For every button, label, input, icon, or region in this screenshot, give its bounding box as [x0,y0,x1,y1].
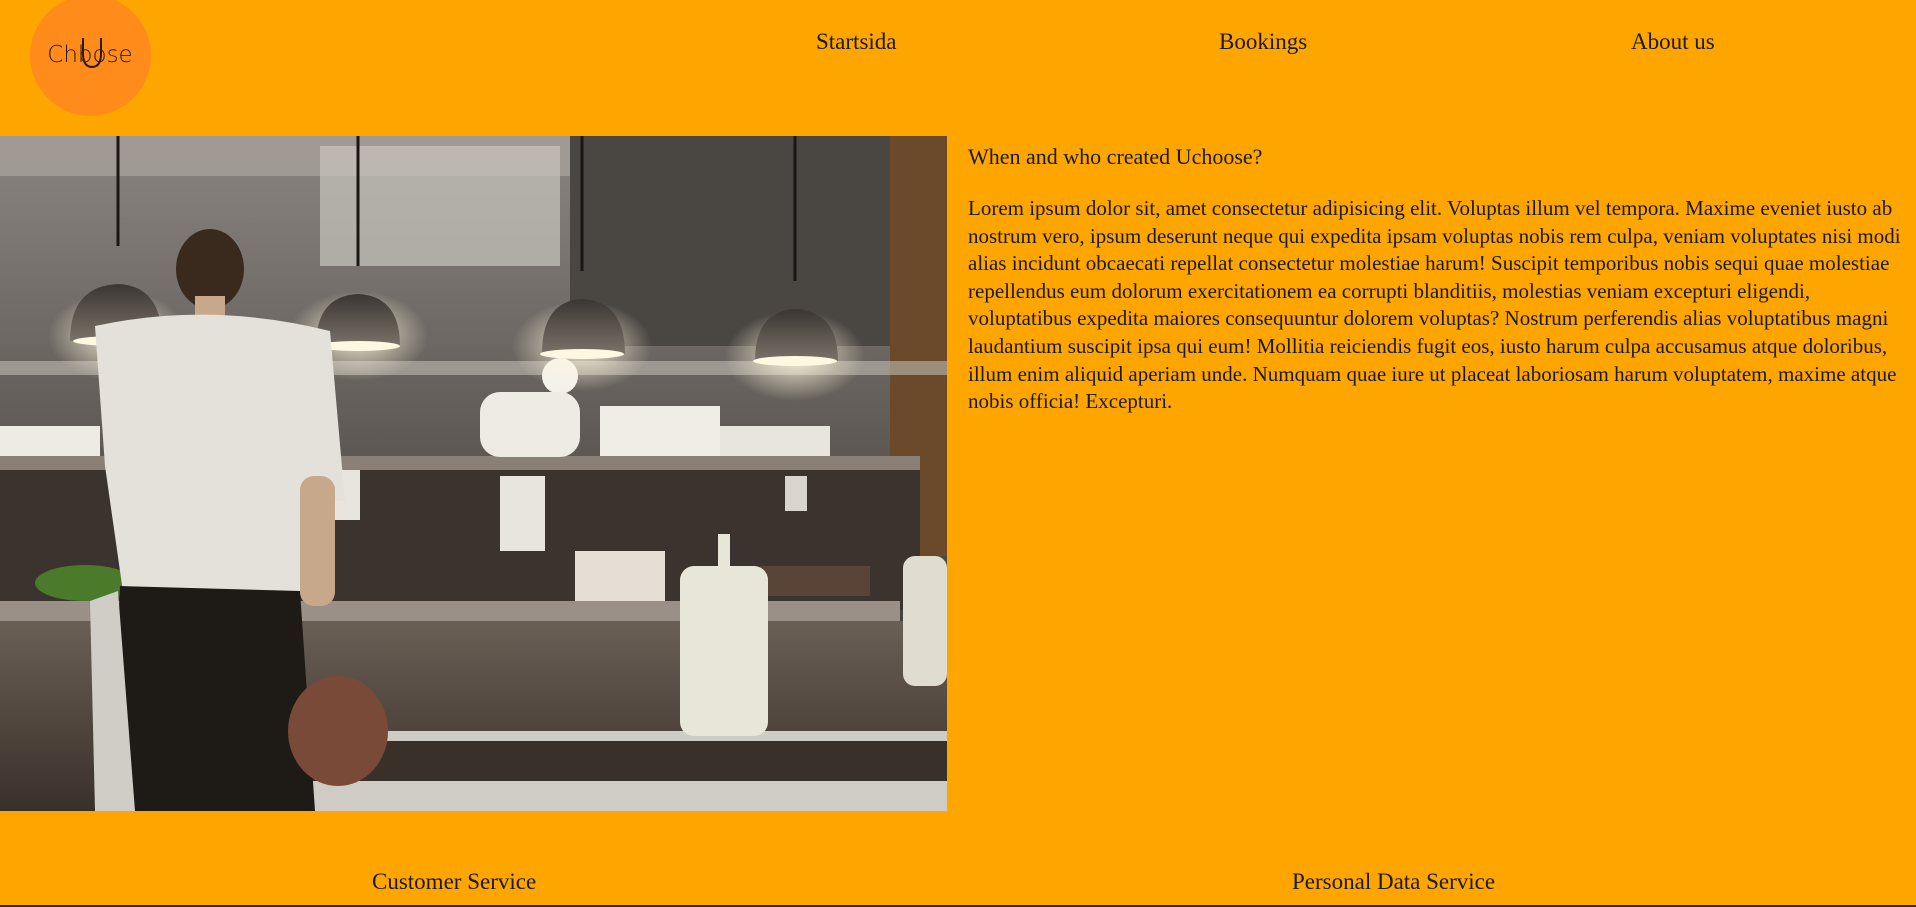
about-section: When and who created Uchoose? Lorem ipsu… [968,141,1908,416]
nav-about-link[interactable]: About us [1631,29,1715,55]
site-header: Chbose Startsida Bookings About us [0,0,1916,136]
logo[interactable]: Chbose [30,0,151,116]
restaurant-kitchen-image [0,136,947,811]
kitchen-photo-icon [0,136,947,811]
personal-data-service-link[interactable]: Personal Data Service [1292,869,1495,895]
nav-startsida-link[interactable]: Startsida [816,29,897,55]
nav-bookings-link[interactable]: Bookings [1219,29,1307,55]
logo-text: Chbose [47,42,132,68]
customer-service-link[interactable]: Customer Service [372,869,536,895]
section-body-text: Lorem ipsum dolor sit, amet consectetur … [968,196,1901,414]
section-title: When and who created Uchoose? [968,144,1263,169]
logo-icon: Chbose [47,38,133,69]
